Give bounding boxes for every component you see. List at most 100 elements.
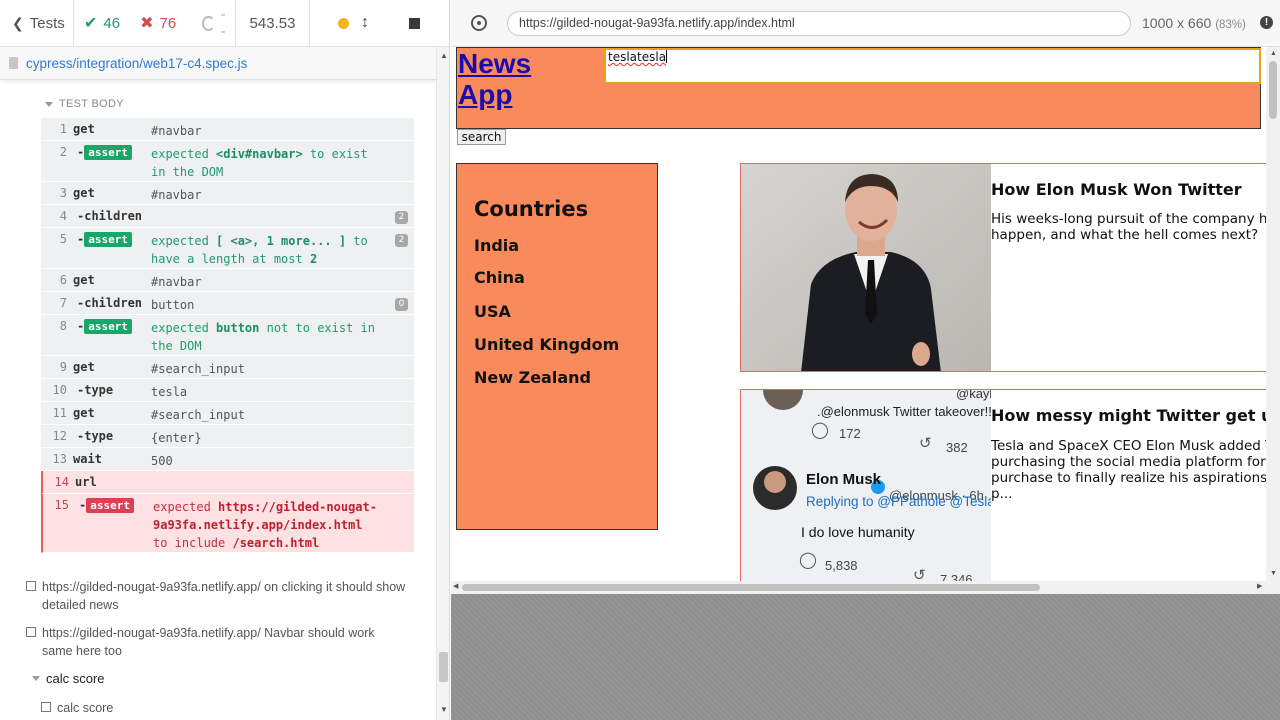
crosshair-icon[interactable]	[471, 15, 487, 31]
command-row[interactable]: 9 get #search_input	[41, 356, 414, 379]
tweet-handle: @kayle	[956, 390, 991, 401]
assert-tag: assert	[84, 232, 132, 247]
command-message: #search_input	[151, 362, 245, 376]
scroll-left-icon[interactable]: ◀	[453, 582, 458, 590]
tweet-count-1: 172	[839, 426, 861, 441]
news-card[interactable]: @kayle .@elonmusk Twitter takeover!! ◯ 1…	[740, 389, 1280, 594]
tweet-count-2: 382	[946, 440, 968, 455]
tweet-mention: .@elonmusk Twitter takeover!!	[817, 404, 991, 419]
command-row[interactable]: 10 -type tesla	[41, 379, 414, 402]
command-name: wait	[73, 452, 102, 466]
viewport-info: 1000 x 660 (83%)	[1142, 15, 1246, 31]
command-log: 1 get #navbar 2 - assert expected <div#na…	[41, 118, 414, 553]
scroll-down-icon[interactable]: ▼	[440, 705, 448, 714]
command-row[interactable]: 4 -children 2	[41, 205, 414, 228]
country-new-zealand[interactable]: New Zealand	[474, 368, 591, 387]
command-name: - assert	[77, 319, 132, 334]
command-row[interactable]: 7 -children button 0	[41, 292, 414, 315]
command-row[interactable]: 5 - assert expected [ <a>, 1 more... ] to…	[41, 228, 414, 269]
pending-count: --	[220, 6, 226, 40]
news-description: Tesla and SpaceX CEO Elon Musk added T p…	[991, 438, 1280, 502]
search-input[interactable]: teslatesla	[604, 48, 1261, 84]
news-title[interactable]: How messy might Twitter get ur	[991, 406, 1280, 425]
url-display[interactable]: https://gilded-nougat-9a93fa.netlify.app…	[507, 11, 1131, 36]
aut-vertical-scrollbar[interactable]: ▲ ▼	[1266, 47, 1280, 582]
info-icon[interactable]: !	[1260, 16, 1273, 29]
scrollbar-thumb[interactable]	[1269, 61, 1277, 119]
command-message: #navbar	[151, 124, 202, 138]
news-card[interactable]: How Elon Musk Won Twitter His weeks-long…	[740, 163, 1280, 372]
command-name: -children	[77, 209, 143, 223]
command-message: expected button not to exist in the DOM	[151, 321, 375, 353]
test-body-label: TEST BODY	[59, 98, 124, 110]
tweet-text: I do love humanity	[801, 524, 915, 540]
command-row[interactable]: 13 wait 500	[41, 448, 414, 471]
aut-empty-area	[451, 594, 1280, 720]
search-button[interactable]: search	[457, 129, 506, 145]
command-name: -type	[77, 429, 114, 443]
command-row[interactable]: 1 get #navbar	[41, 118, 414, 141]
reporter-scrollbar[interactable]: ▲ ▼	[436, 47, 449, 720]
viewport-size: 1000 x 660	[1142, 15, 1212, 31]
file-icon	[9, 57, 18, 69]
command-row[interactable]: 6 get #navbar	[41, 269, 414, 292]
suite-item[interactable]: calc score	[32, 670, 412, 688]
command-row[interactable]: 8 - assert expected button not to exist i…	[41, 315, 414, 356]
command-message: {enter}	[151, 431, 202, 445]
zoom-level: (83%)	[1215, 19, 1246, 31]
command-name: get	[73, 273, 95, 287]
command-message: #navbar	[151, 188, 202, 202]
command-row-failed[interactable]: 14 url	[41, 471, 414, 494]
spec-file-link[interactable]: cypress/integration/web17-c4.spec.js	[26, 56, 247, 71]
aut-iframe: News App teslatesla search Countries Indi…	[451, 47, 1280, 594]
stop-button[interactable]	[409, 17, 420, 29]
command-message: tesla	[151, 385, 188, 399]
tests-back-button[interactable]: ❮ Tests	[0, 0, 74, 46]
tests-label: Tests	[29, 14, 65, 32]
aut-horizontal-scrollbar[interactable]: ◀ ▶	[451, 581, 1280, 594]
spinner-icon	[202, 15, 215, 31]
test-item[interactable]: calc score	[41, 699, 421, 717]
retweet-icon: ↺	[919, 435, 932, 452]
country-usa[interactable]: USA	[474, 302, 511, 321]
country-china[interactable]: China	[474, 268, 525, 287]
scroll-right-icon[interactable]: ▶	[1257, 582, 1262, 590]
command-name: - assert	[77, 145, 132, 160]
news-image	[741, 164, 991, 371]
news-title[interactable]: How Elon Musk Won Twitter	[991, 180, 1242, 199]
command-name: get	[73, 122, 95, 136]
test-item[interactable]: https://gilded-nougat-9a93fa.netlify.app…	[26, 578, 406, 614]
test-title: https://gilded-nougat-9a93fa.netlify.app…	[42, 626, 375, 658]
scrollbar-thumb[interactable]	[462, 584, 1040, 591]
running-status-icon	[338, 17, 349, 29]
command-row[interactable]: 3 get #navbar	[41, 182, 414, 205]
test-item[interactable]: https://gilded-nougat-9a93fa.netlify.app…	[26, 624, 406, 660]
scroll-down-icon[interactable]: ▼	[1270, 570, 1277, 577]
scrollbar-thumb[interactable]	[439, 652, 448, 682]
test-body-toggle[interactable]: TEST BODY	[45, 98, 124, 110]
scroll-up-icon[interactable]: ▲	[1270, 50, 1277, 57]
stats-counts: ✔ 46 ✖ 76 --	[74, 0, 236, 46]
scroll-up-icon[interactable]: ▲	[440, 51, 448, 60]
auto-scroll-icon[interactable]: ↕	[361, 14, 369, 32]
assert-tag: assert	[86, 498, 134, 513]
passed-count: 46	[103, 14, 121, 32]
duration: 543.53	[236, 0, 310, 46]
brand-link[interactable]: News App	[458, 48, 531, 110]
command-row[interactable]: 11 get #search_input	[41, 402, 414, 425]
command-name: get	[73, 186, 95, 200]
command-name: -type	[77, 383, 114, 397]
test-status-icon	[26, 581, 36, 591]
test-status-icon	[41, 702, 51, 712]
command-row-failed[interactable]: 15 - assert expected https://gilded-nouga…	[41, 494, 414, 553]
country-india[interactable]: India	[474, 236, 519, 255]
command-row[interactable]: 2 - assert expected <div#navbar> to exist…	[41, 141, 414, 182]
command-row[interactable]: 12 -type {enter}	[41, 425, 414, 448]
command-name: -children	[77, 296, 143, 310]
country-united-kingdom[interactable]: United Kingdom	[474, 335, 619, 354]
caret-down-icon	[32, 676, 40, 681]
suite-title: calc score	[46, 671, 105, 686]
aut-header: https://gilded-nougat-9a93fa.netlify.app…	[451, 0, 1280, 47]
check-icon: ✔	[84, 15, 98, 32]
run-controls: ↕	[310, 0, 449, 46]
